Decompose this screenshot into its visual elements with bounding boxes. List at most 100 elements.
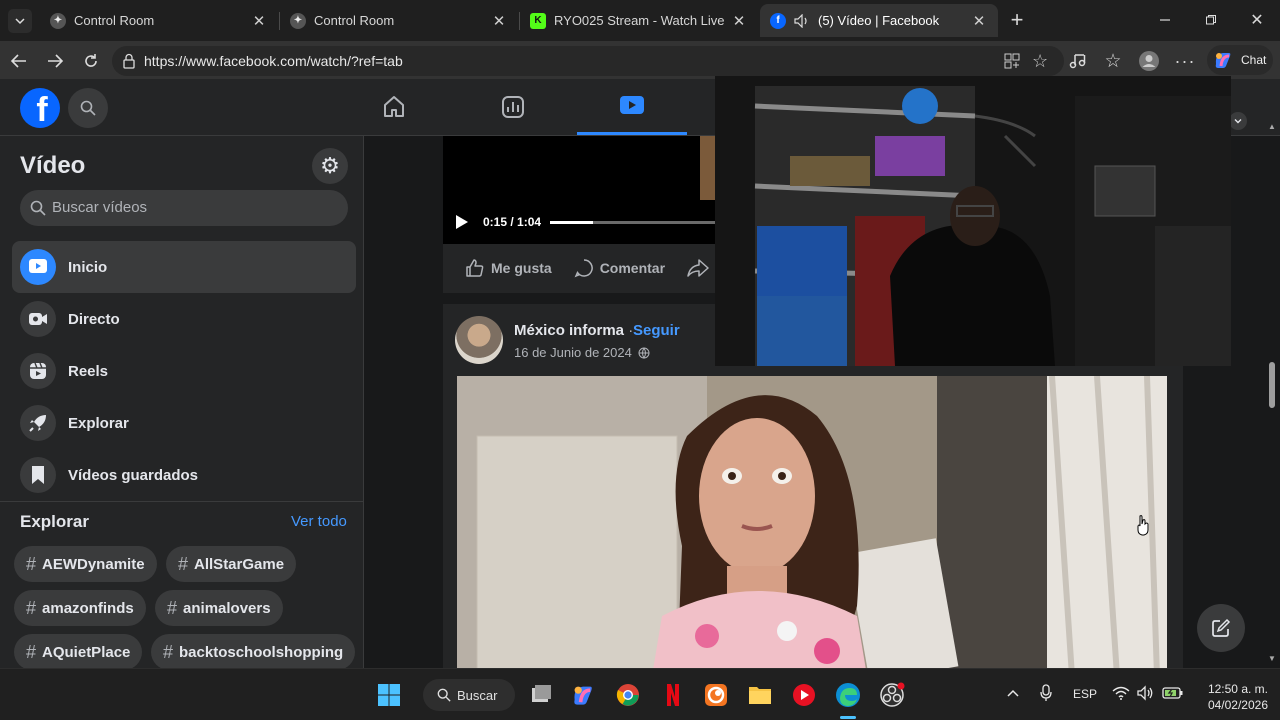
nav-dashboard[interactable] xyxy=(458,79,568,135)
copilot-taskbar-icon[interactable] xyxy=(569,681,597,709)
clock-date: 04/02/2026 xyxy=(1207,698,1268,712)
obs-studio-icon[interactable] xyxy=(878,681,906,709)
video-search-input[interactable]: Buscar vídeos xyxy=(20,190,348,226)
close-window-icon[interactable]: ✕ xyxy=(1246,9,1268,31)
share-icon xyxy=(687,258,715,278)
nav-home[interactable] xyxy=(339,79,449,135)
share-button[interactable] xyxy=(687,258,715,278)
battery-charging-icon[interactable] xyxy=(1162,686,1184,703)
search-icon xyxy=(80,100,96,116)
file-explorer-icon[interactable] xyxy=(746,681,774,709)
chrome-icon[interactable] xyxy=(614,681,642,709)
hashtag-chip[interactable]: # AQuietPlace xyxy=(14,634,143,668)
task-view-icon[interactable] xyxy=(527,681,555,709)
rocket-icon xyxy=(20,405,56,441)
tab-close-icon[interactable]: ✕ xyxy=(250,12,268,30)
taskbar-search-label: Buscar xyxy=(457,687,498,703)
microphone-icon[interactable] xyxy=(1040,684,1052,705)
netflix-icon[interactable] xyxy=(659,681,687,709)
hashtag-label: amazonfinds xyxy=(42,599,134,617)
tab-control-room-2[interactable]: ✦ Control Room ✕ xyxy=(280,4,518,37)
page-name[interactable]: México informa xyxy=(514,322,624,339)
sidebar-item-label: Inicio xyxy=(68,258,108,276)
new-message-button[interactable] xyxy=(1197,604,1245,652)
video-icon xyxy=(619,95,645,117)
post-date-text: 16 de Junio de 2024 xyxy=(514,345,632,360)
tab-facebook-video[interactable]: f (5) Vídeo | Facebook ✕ xyxy=(760,4,998,37)
tab-close-icon[interactable]: ✕ xyxy=(490,12,508,30)
tab-list-chevron-icon[interactable] xyxy=(8,9,32,33)
video-play-icon xyxy=(20,249,56,285)
post-author[interactable]: México informa · xyxy=(514,322,633,339)
wifi-icon[interactable] xyxy=(1112,686,1130,703)
compose-icon xyxy=(1211,618,1231,638)
comment-button[interactable]: Comentar xyxy=(574,258,665,278)
forward-icon[interactable] xyxy=(44,50,66,72)
media-player-icon[interactable] xyxy=(790,681,818,709)
app-available-icon[interactable] xyxy=(1004,53,1020,74)
scroll-down-arrow-icon[interactable]: ▼ xyxy=(1268,654,1276,663)
lock-icon[interactable] xyxy=(122,53,136,74)
see-all-link[interactable]: Ver todo xyxy=(291,513,347,530)
hash-icon: # xyxy=(163,641,174,662)
thumbs-up-icon xyxy=(465,258,491,278)
home-icon xyxy=(382,95,406,119)
tab-close-icon[interactable]: ✕ xyxy=(970,12,988,30)
language-indicator[interactable]: ESP xyxy=(1073,687,1097,701)
play-icon[interactable] xyxy=(455,214,469,230)
account-chevron-icon[interactable] xyxy=(1229,112,1247,130)
start-button[interactable] xyxy=(375,681,403,709)
tab-kick-stream[interactable]: K RYO025 Stream - Watch Live on Ki ✕ xyxy=(520,4,758,37)
hashtag-chip[interactable]: # animalovers xyxy=(155,590,283,626)
explore-heading: Explorar xyxy=(20,512,89,531)
video-player[interactable] xyxy=(457,376,1167,668)
post-date[interactable]: 16 de Junio de 2024 xyxy=(514,345,650,360)
hashtag-chip[interactable]: # AllStarGame xyxy=(166,546,297,582)
url-text[interactable]: https://www.facebook.com/watch/?ref=tab xyxy=(144,53,403,69)
sidebar-item-reels[interactable]: Reels xyxy=(12,345,356,397)
copilot-chat-button[interactable]: Chat xyxy=(1207,45,1273,75)
mouse-cursor-icon xyxy=(1135,514,1151,541)
volume-icon[interactable] xyxy=(1137,685,1155,704)
tab-close-icon[interactable]: ✕ xyxy=(730,12,748,30)
sidebar-item-explorar[interactable]: Explorar xyxy=(12,397,356,449)
follow-button[interactable]: Seguir xyxy=(633,322,680,339)
settings-button[interactable]: ⚙ xyxy=(312,148,348,184)
facebook-search-button[interactable] xyxy=(68,88,108,128)
taskbar-clock[interactable]: 12:50 a. m. 04/02/2026 xyxy=(1196,681,1268,713)
crunchyroll-icon[interactable] xyxy=(702,681,730,709)
restore-icon[interactable] xyxy=(1200,9,1222,31)
hashtag-chip[interactable]: # backtoschoolshopping xyxy=(151,634,356,668)
video-progress-bar[interactable] xyxy=(550,221,730,224)
read-aloud-icon[interactable] xyxy=(1067,50,1089,72)
taskbar-search[interactable]: Buscar xyxy=(423,679,515,711)
speaker-icon[interactable] xyxy=(794,13,810,28)
facebook-logo[interactable]: f xyxy=(20,88,60,128)
hashtag-chip[interactable]: # AEWDynamite xyxy=(14,546,157,582)
hashtag-chip[interactable]: # amazonfinds xyxy=(14,590,146,626)
sidebar-item-directo[interactable]: Directo xyxy=(12,293,356,345)
page-scrollbar[interactable]: ▲ ▼ xyxy=(1264,122,1280,668)
edge-browser-icon[interactable] xyxy=(833,681,863,709)
page-avatar[interactable] xyxy=(455,316,503,364)
show-hidden-icons[interactable] xyxy=(1006,685,1020,701)
favorite-star-icon[interactable]: ☆ xyxy=(1032,51,1048,72)
favorites-icon[interactable]: ☆ xyxy=(1102,50,1124,72)
reload-icon[interactable] xyxy=(80,50,102,72)
nav-video[interactable] xyxy=(577,79,687,135)
sidebar-item-videos-guardados[interactable]: Vídeos guardados xyxy=(12,449,356,501)
hashtag-label: AQuietPlace xyxy=(42,643,131,661)
address-bar[interactable]: https://www.facebook.com/watch/?ref=tab … xyxy=(112,46,1064,76)
new-tab-icon[interactable]: + xyxy=(1006,7,1028,32)
like-button[interactable]: Me gusta xyxy=(465,258,552,278)
webcam-overlay xyxy=(715,76,1231,366)
sidebar-item-inicio[interactable]: Inicio xyxy=(12,241,356,293)
hash-icon: # xyxy=(167,597,178,618)
more-options-icon[interactable]: ··· xyxy=(1174,50,1196,72)
tab-control-room-1[interactable]: ✦ Control Room ✕ xyxy=(40,4,278,37)
scroll-up-arrow-icon[interactable]: ▲ xyxy=(1268,122,1276,131)
scrollbar-thumb[interactable] xyxy=(1269,362,1275,408)
minimize-icon[interactable] xyxy=(1154,9,1176,31)
profile-avatar-icon[interactable] xyxy=(1138,50,1160,72)
back-icon[interactable] xyxy=(8,50,30,72)
